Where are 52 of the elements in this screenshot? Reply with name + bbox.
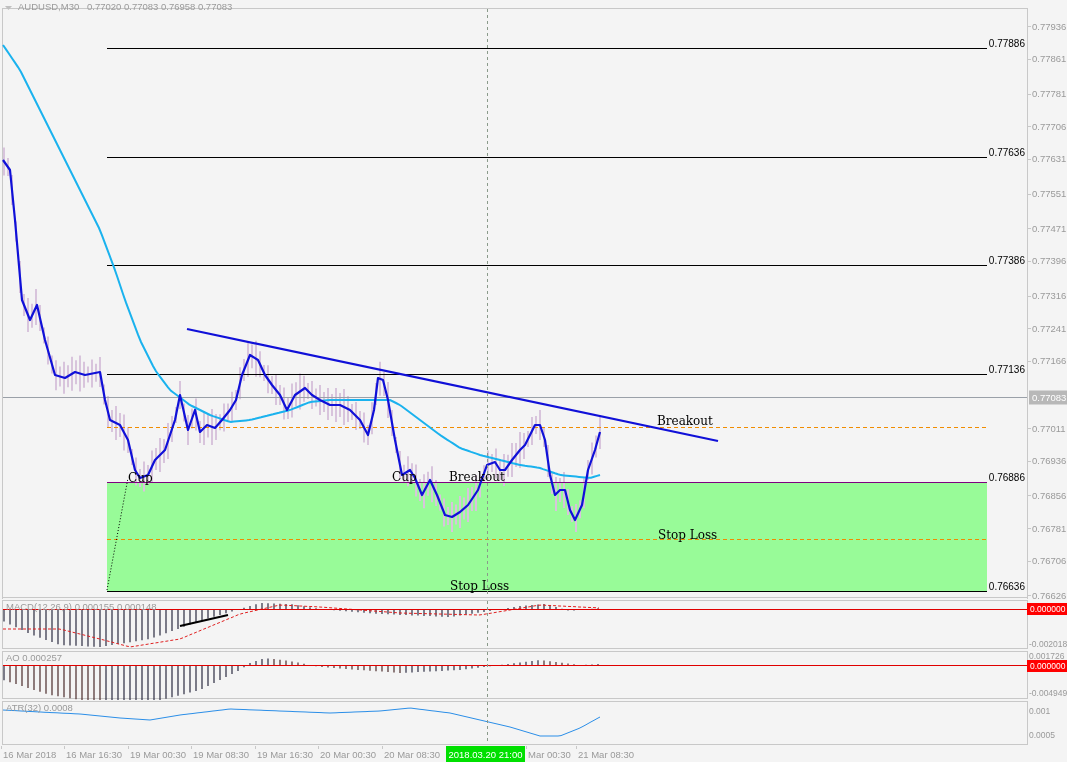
level-price-label: 0.76886	[988, 471, 1025, 483]
trend-line	[179, 614, 229, 627]
indicator-axis-label: 0.0005	[1029, 729, 1055, 740]
level-price-label: 0.77636	[988, 146, 1025, 158]
time-axis-label: Mar 00:30	[528, 749, 571, 760]
indicator-axis-label: -0.004949	[1029, 687, 1067, 698]
time-axis-label: 19 Mar 16:30	[257, 749, 313, 760]
price-axis-label: 0.77011	[1032, 422, 1066, 434]
price-axis-label: 0.77861	[1032, 53, 1067, 65]
price-axis-label: 0.76856	[1032, 489, 1067, 501]
indicator-label: AO 0.000257	[6, 652, 62, 663]
level-price-label: 0.77136	[988, 363, 1025, 375]
chart-annotation-label: Stop Loss	[450, 579, 510, 593]
value-tag: 0.000000	[1027, 603, 1067, 615]
crosshair-time-tag: 2018.03.20 21:00	[446, 746, 525, 762]
crosshair-line	[487, 651, 488, 699]
value-tag: 0.000000	[1027, 660, 1067, 672]
price-axis-label: 0.77471	[1032, 222, 1067, 234]
time-axis-label: 21 Mar 08:30	[578, 749, 634, 760]
price-axis-label: 0.76626	[1032, 589, 1067, 599]
level-price-label: 0.76636	[988, 580, 1025, 592]
crosshair-line	[487, 600, 488, 649]
price-axis-label: 0.77396	[1032, 255, 1067, 267]
time-axis-label: 16 Mar 16:30	[66, 749, 122, 760]
indicator-label: ATR(32) 0.0008	[6, 702, 73, 713]
price-axis-label: 0.76936	[1032, 455, 1067, 467]
price-axis-label: 0.77316	[1032, 290, 1067, 302]
indicator-axis-label: 0.001	[1029, 705, 1051, 716]
current-price-tag: 0.77083	[1029, 390, 1067, 405]
indicator-axis-label: 0.001726	[1029, 650, 1065, 661]
price-axis-label: 0.77706	[1032, 120, 1067, 132]
level-price-label: 0.77386	[988, 254, 1025, 266]
time-axis-label: 16 Mar 2018	[3, 749, 57, 760]
indicator-axis-label: -0.002018	[1029, 638, 1067, 649]
chart-annotation-label: Stop Loss	[658, 528, 718, 542]
price-axis-label: 0.76781	[1032, 522, 1067, 534]
chart-annotation-label: Cup	[128, 471, 153, 485]
symbol-label: AUDUSD,M30	[18, 1, 80, 12]
time-axis-label: 19 Mar 08:30	[193, 749, 249, 760]
level-price-label: 0.77886	[988, 37, 1025, 49]
price-axis-label: 0.77551	[1032, 188, 1067, 199]
chart-annotation-label: Breakout	[657, 414, 713, 428]
price-axis-label: 0.76706	[1032, 555, 1067, 567]
time-axis-label: 20 Mar 08:30	[384, 749, 440, 760]
price-axis-label: 0.77936	[1032, 20, 1067, 32]
price-axis-label: 0.77631	[1032, 153, 1067, 165]
price-axis-label: 0.77166	[1032, 355, 1067, 367]
time-axis-label: 20 Mar 00:30	[320, 749, 376, 760]
price-axis-label: 0.77781	[1032, 88, 1067, 100]
price-axis-label: 0.77241	[1032, 322, 1067, 334]
time-axis-label: 19 Mar 00:30	[130, 749, 186, 760]
ohlc-values-label: 0.77020 0.77083 0.76958 0.77083	[87, 1, 233, 12]
